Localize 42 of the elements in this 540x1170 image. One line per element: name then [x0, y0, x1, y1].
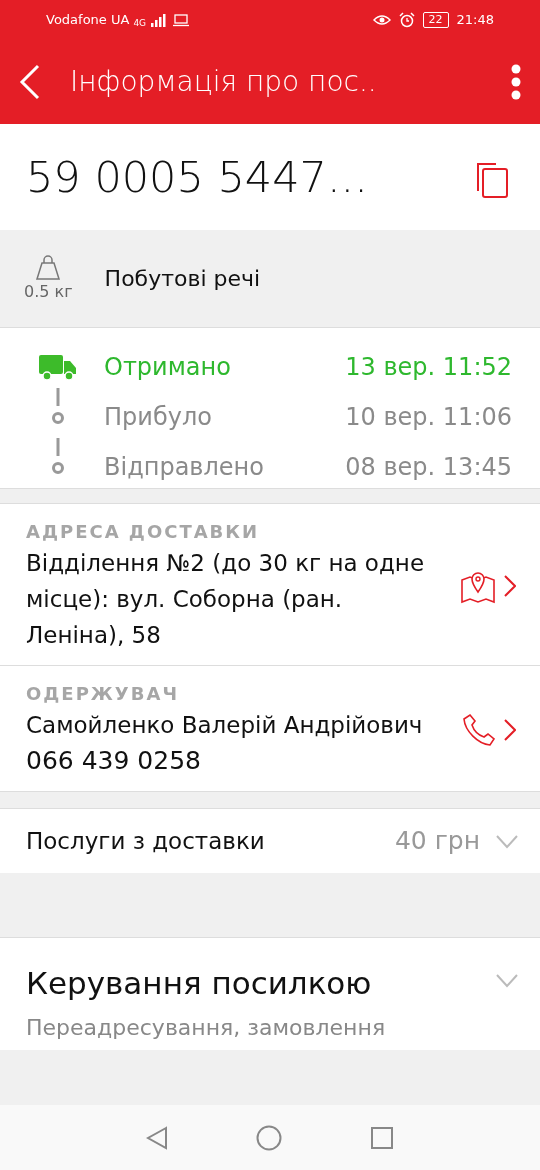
nav-back-icon[interactable] — [146, 1125, 168, 1150]
status-label: Прибуло — [104, 402, 213, 433]
status-date: 13 вер. 11:52 — [345, 352, 512, 383]
carrier-name: Vodafone UA — [46, 11, 130, 30]
signal-icon — [150, 13, 169, 27]
battery-level: 22 — [422, 12, 449, 28]
status-label: Відправлено — [104, 452, 265, 483]
nav-recents-icon[interactable] — [370, 1125, 394, 1150]
status-label: Отримано — [104, 352, 232, 383]
weight-icon — [35, 253, 62, 280]
parcel-description: Побутові речі — [104, 265, 261, 293]
phone-icon — [462, 712, 496, 747]
management-title: Керування посилкою — [26, 964, 373, 1003]
eye-icon — [372, 13, 391, 27]
back-button[interactable] — [18, 64, 42, 100]
status-date: 08 вер. 13:45 — [345, 452, 512, 483]
services-price: 40 грн — [394, 825, 480, 858]
back-icon — [18, 64, 42, 100]
delivery-address: Відділення №2 (до 30 кг на одне місце): вул. Соборна (ран. Леніна), 58 — [26, 549, 426, 650]
screen-title: Інформація про пос.. — [70, 64, 378, 100]
copy-icon — [474, 161, 510, 200]
management-subtitle: Переадресування, замовлення — [26, 1013, 386, 1042]
chevron-right-icon — [504, 718, 516, 741]
nav-home-icon[interactable] — [256, 1124, 282, 1151]
phone-number: 066 439 0258 — [26, 745, 202, 777]
tracking-number: 59 0005 5447... — [26, 150, 368, 204]
parcel-weight: 0.5 кг — [24, 280, 73, 303]
laptop-icon — [172, 13, 191, 27]
status-date: 10 вер. 11:06 — [345, 402, 512, 433]
alarm-icon — [398, 12, 415, 28]
delivery-services-row[interactable]: Послуги з доставки 40 грн — [0, 808, 540, 873]
section-label: ОДЕРЖУВАЧ — [26, 682, 180, 706]
recipient-name: Самойленко Валерій Андрійович — [26, 711, 424, 740]
parcel-management-row[interactable]: Керування посилкою Переадресування, замовлення — [0, 937, 540, 1050]
services-label: Послуги з доставки — [26, 826, 265, 856]
more-menu-button[interactable] — [510, 64, 522, 100]
section-label: АДРЕСА ДОСТАВКИ — [26, 520, 261, 544]
more-icon — [510, 64, 522, 100]
call-button[interactable] — [462, 712, 516, 747]
clock-time: 21:48 — [456, 11, 494, 30]
chevron-right-icon — [504, 574, 516, 597]
network-type: 4G — [133, 18, 147, 29]
